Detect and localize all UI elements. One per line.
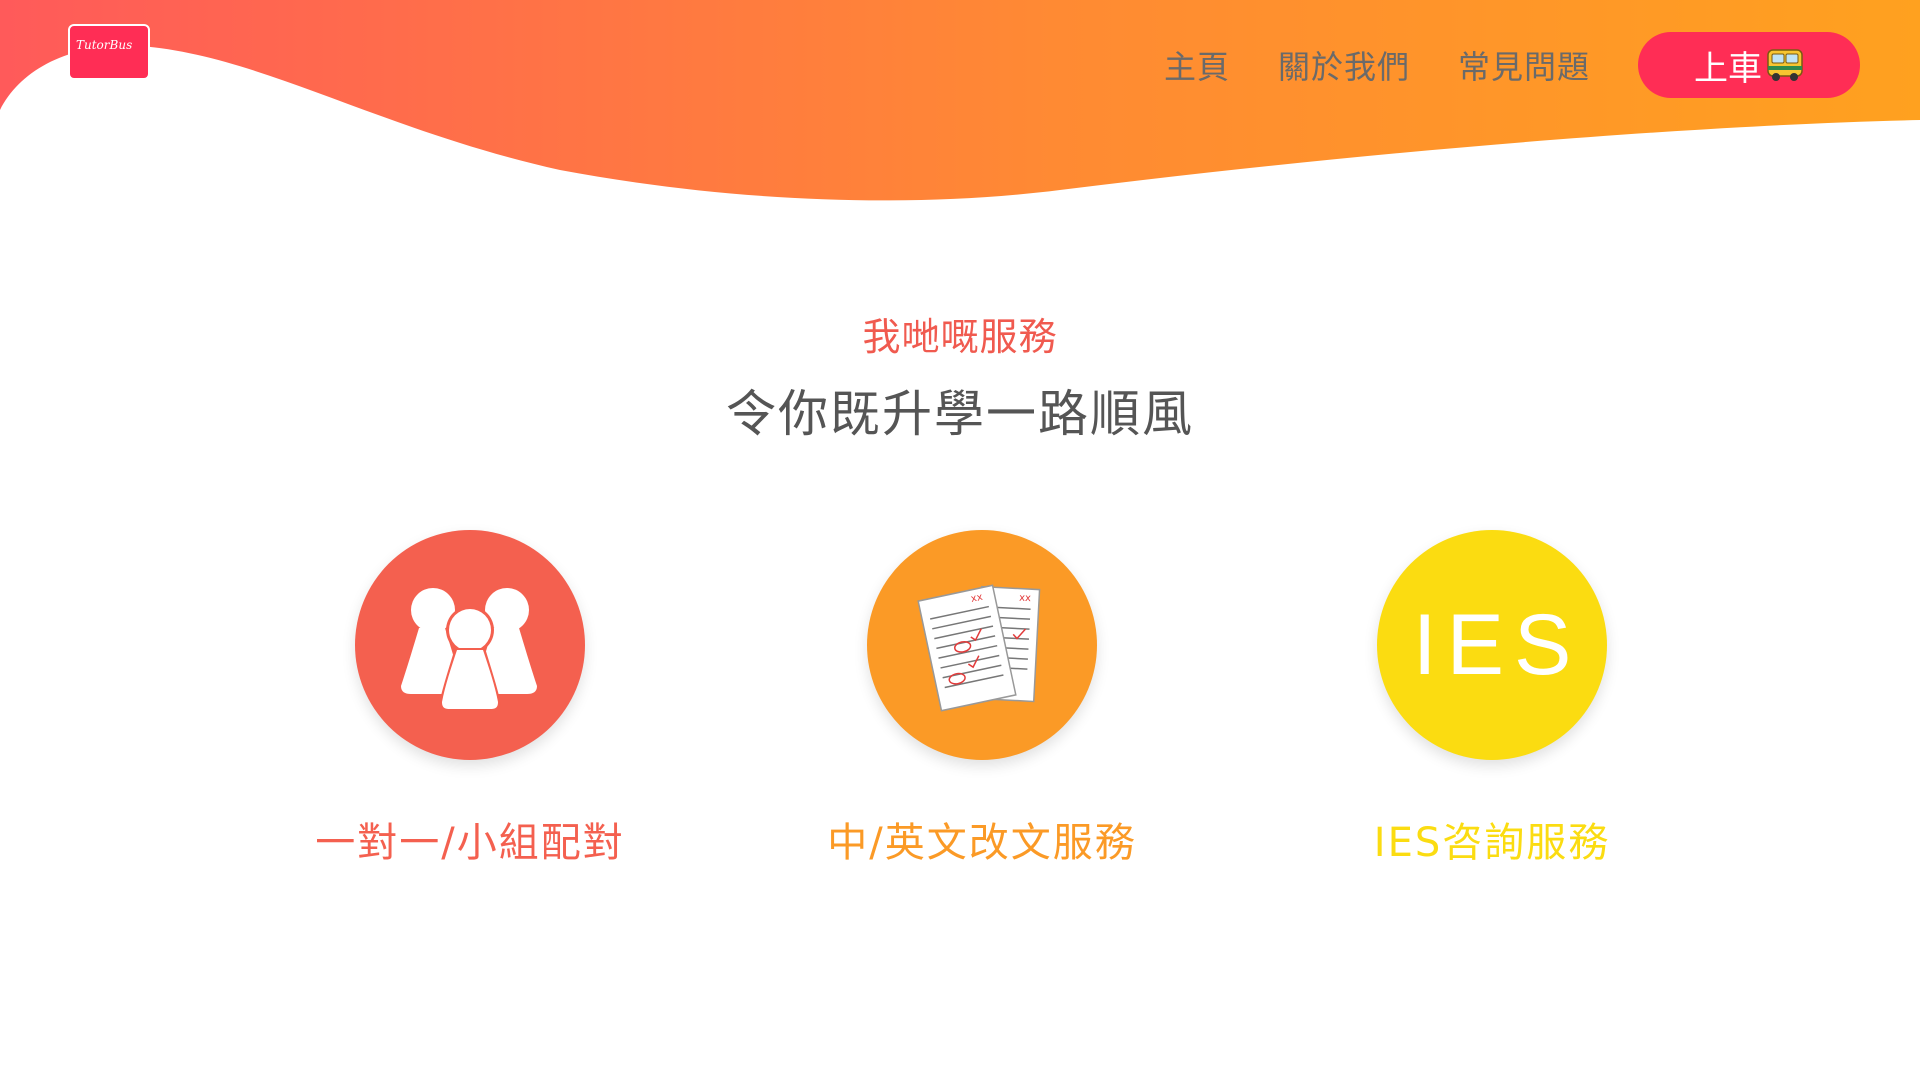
services-title: 令你既升學一路順風 (726, 385, 1194, 443)
service-icon-circle[interactable]: IES (1377, 530, 1607, 760)
landing-page: TutorBus 主頁 關於我們 常見問題 上車 我哋嘅服務 令你既升學一路順風 (0, 0, 1920, 1080)
service-label-ies-consulting[interactable]: IES咨詢服務 (1282, 810, 1702, 868)
service-icon-circle[interactable] (355, 530, 585, 760)
bus-icon (1766, 48, 1804, 82)
nav-link-about[interactable]: 關於我們 (1278, 42, 1410, 88)
service-label-essay-editing[interactable]: 中/英文改文服務 (772, 810, 1192, 868)
group-people-icon (395, 568, 545, 722)
ies-text-icon: IES (1412, 596, 1582, 693)
site-logo[interactable]: TutorBus (68, 24, 150, 80)
service-label-matching[interactable]: 一對一/小組配對 (260, 810, 680, 868)
nav-link-home[interactable]: 主頁 (1164, 42, 1230, 88)
service-card-ies-consulting[interactable]: IES IES咨詢服務 (1282, 530, 1702, 868)
service-icon-circle[interactable]: xx xx (867, 530, 1097, 760)
service-card-essay-editing[interactable]: xx xx 中/英文改文服務 (772, 530, 1192, 868)
board-button-label: 上車 (1694, 49, 1762, 88)
logo-text: TutorBus (76, 38, 133, 52)
nav-link-faq[interactable]: 常見問題 (1458, 42, 1590, 88)
marked-papers-icon: xx xx (907, 568, 1057, 722)
svg-text:xx: xx (1019, 593, 1031, 605)
main-nav: 主頁 關於我們 常見問題 上車 (1164, 30, 1860, 100)
service-card-matching[interactable]: 一對一/小組配對 (260, 530, 680, 868)
services-kicker: 我哋嘅服務 (862, 315, 1058, 359)
board-button[interactable]: 上車 (1638, 32, 1860, 98)
